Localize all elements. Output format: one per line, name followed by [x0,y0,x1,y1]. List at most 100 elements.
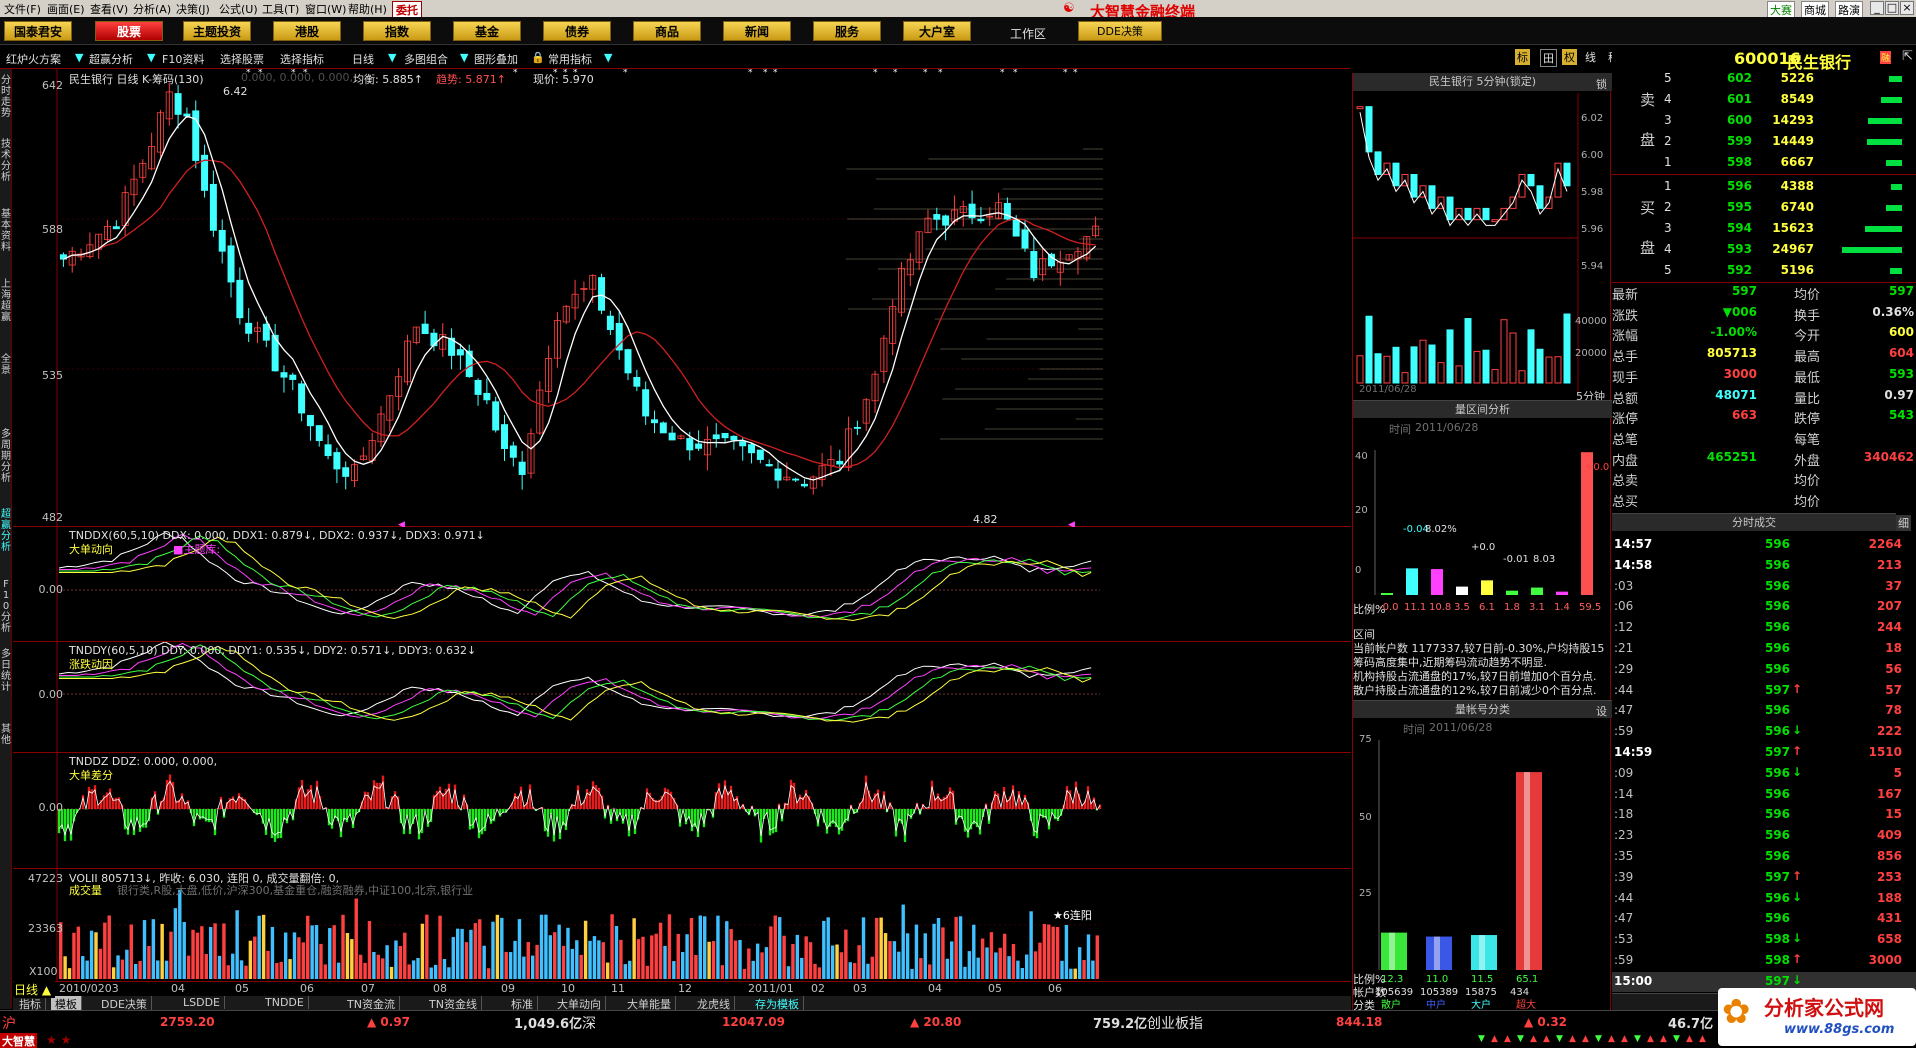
menu-formula[interactable]: 公式(U) [219,1,258,17]
scheme-selector[interactable]: 红炉火方案 [6,51,61,67]
tab-news[interactable]: 新闻 [723,21,791,41]
toolbar-select-indicator[interactable]: 选择指标 [280,51,324,67]
tab-index[interactable]: 指数 [363,21,431,41]
toolbar-select-stock[interactable]: 选择股票 [220,51,264,67]
tab-stock[interactable]: 股票 [95,21,163,41]
menu-view[interactable]: 查看(V) [90,1,128,17]
ddz-panel[interactable]: TNDDZ DDZ: 0.000, 0.000, 大单差分 0.00 [13,753,1351,869]
chevron-down-icon[interactable]: ▼ [604,51,612,64]
toolbar-multi-chart[interactable]: 多图组合 [404,51,448,67]
sidebar-item-timeshare[interactable]: 分时走势 [0,75,12,119]
minute-panel[interactable]: 民生银行 5分钟(锁定) 锁 6.02 6.00 5.98 5.96 5.94 … [1352,73,1612,418]
app-logo[interactable]: 大智慧 [0,1033,37,1048]
maximize-icon[interactable]: □ [1885,1,1899,15]
grid-button[interactable]: 田 [1540,49,1557,67]
resize-icon[interactable]: ⇱ [1902,49,1913,64]
sidebar-item-sh[interactable]: 上海超赢 [0,279,12,323]
toolbar-common-indicators[interactable]: 常用指标 [548,51,592,67]
order-book-row[interactable]: 3 594 15623 [1612,219,1916,239]
sidebar-item-basic[interactable]: 基本资料 [0,209,12,253]
workspace-label[interactable]: 工作区 [1010,25,1046,42]
volume-panel[interactable]: VOLII 805713↓, 昨收: 6.030, 连阳 0, 成交量翻倍: 0… [13,869,1351,981]
sidebar-item-tech[interactable]: 技术分析 [0,139,12,183]
tick-row[interactable]: :47 596 431 [1612,909,1916,929]
mark-button[interactable]: 标 [1515,49,1530,65]
menu-screen[interactable]: 画面(E) [47,1,85,17]
tick-row[interactable]: :47 596 78 [1612,701,1916,721]
order-book-row[interactable]: 5 592 5196 [1612,261,1916,281]
tab-fund[interactable]: 基金 [453,21,521,41]
menu-window[interactable]: 窗口(W) [305,1,346,17]
tab-broker[interactable]: 国泰君安 [4,21,72,41]
tab-vip[interactable]: 大户室 [903,21,971,41]
toolbar-f10[interactable]: F10资料 [162,51,204,67]
minimize-icon[interactable]: _ [1870,1,1884,15]
lock-icon[interactable]: 🔒 [531,51,545,64]
tab-service[interactable]: 服务 [813,21,881,41]
kline-panel[interactable]: * * * * * * * * * * * * * * * * * * * * ◀ ◀ 民生银行 日线 K-筹码(130)… [13,69,1351,527]
tick-row[interactable]: :35 596 856 [1612,847,1916,867]
chevron-down-icon[interactable]: ▼ [388,51,396,64]
ddx-panel[interactable]: TNDDX(60,5,10) DDX: 0.000, DDX1: 0.879↓,… [13,527,1351,642]
ticks-detail-button[interactable]: 细 [1896,515,1911,531]
dde-button[interactable]: DDE决策 [1078,21,1162,41]
indicator-tab[interactable]: LSDDE [179,996,226,1009]
cy-label[interactable]: 创业板指 [1147,1013,1203,1033]
sidebar-item-stats[interactable]: 多日统计 [0,649,12,693]
sz-label[interactable]: 深 [582,1013,596,1033]
tick-row[interactable]: :59 598 ↑ 3000 [1612,951,1916,971]
tick-row[interactable]: :23 596 409 [1612,826,1916,846]
menu-analysis[interactable]: 分析(A) [133,1,171,17]
ddy-panel[interactable]: TNDDY(60,5,10) DDY: 0.000, DDY1: 0.535↓,… [13,642,1351,753]
account-panel[interactable]: 量帐号分类 设 时间 2011/06/28 75 50 25 12.3 105639 散户… [1352,700,1612,1012]
order-book-row[interactable]: 1 596 4388 [1612,177,1916,197]
toolbar-super-analysis[interactable]: 超赢分析 [89,51,133,67]
rights-button[interactable]: 权 [1562,49,1577,65]
sh-label[interactable]: 沪 [2,1013,16,1033]
ticks-list[interactable]: 14:57 596 2264 14:58 596 213:03 596 37:06 596 207… [1612,535,1916,992]
line-button[interactable]: 线 [1585,49,1596,65]
chevron-down-icon[interactable]: ▼ [147,51,155,64]
tick-row[interactable]: 14:58 596 213 [1612,556,1916,576]
range-panel[interactable]: 量区间分析 时间 2011/06/28 40 20 0 -0.0 11.1 10.8 3.5… [1352,400,1612,700]
menu-help[interactable]: 帮助(H) [348,1,387,17]
order-book-row[interactable]: 3 600 14293 [1612,111,1916,131]
sidebar-item-super[interactable]: 超赢分析 [0,509,12,553]
period-label[interactable]: 日线 ▲ [14,981,56,998]
lock-button[interactable]: 锁 [1596,76,1607,92]
tick-row[interactable]: :12 596 244 [1612,618,1916,638]
menu-tools[interactable]: 工具(T) [262,1,299,17]
tick-row[interactable]: :21 596 18 [1612,639,1916,659]
order-book-row[interactable]: 4 601 8549 [1612,90,1916,110]
tick-row[interactable]: :44 597 ↑ 57 [1612,681,1916,701]
tab-commodity[interactable]: 商品 [633,21,701,41]
tab-bond[interactable]: 债券 [543,21,611,41]
toolbar-period[interactable]: 日线 [352,51,374,67]
sidebar-item-other[interactable]: 其他 [0,724,12,746]
sidebar-item-panorama[interactable]: 全景 [0,354,12,376]
tick-row[interactable]: :39 597 ↑ 253 [1612,868,1916,888]
menu-file[interactable]: 文件(F) [4,1,41,17]
tick-row[interactable]: :53 598 ↓ 658 [1612,930,1916,950]
order-book-row[interactable]: 4 593 24967 [1612,240,1916,260]
order-book-row[interactable]: 2 599 14449 [1612,132,1916,152]
tick-row[interactable]: :14 596 167 [1612,785,1916,805]
tab-theme[interactable]: 主题投资 [183,21,251,41]
order-book-row[interactable]: 5 602 5226 [1612,69,1916,89]
tick-row[interactable]: :44 596 ↓ 188 [1612,889,1916,909]
order-book-row[interactable]: 1 598 6667 [1612,153,1916,173]
tick-row[interactable]: :18 596 15 [1612,805,1916,825]
chevron-down-icon[interactable]: ▼ [75,51,83,64]
chevron-down-icon[interactable]: ▼ [460,51,468,64]
indicator-tab[interactable]: TNDDE [261,996,309,1009]
sidebar-item-multiperiod[interactable]: 多周期分析 [0,429,12,484]
tick-row[interactable]: :29 596 56 [1612,660,1916,680]
tick-row[interactable]: 14:59 597 ↑ 1510 [1612,743,1916,763]
tick-row[interactable]: :59 596 ↓ 222 [1612,722,1916,742]
tick-row[interactable]: :09 596 ↓ 5 [1612,764,1916,784]
close-icon[interactable]: × [1900,1,1914,15]
order-book-row[interactable]: 2 595 6740 [1612,198,1916,218]
kline-chart[interactable]: * * * * * * * * * * * * * * * * * * * *◀ ◀ [13,69,1351,527]
tick-row[interactable]: 14:57 596 2264 [1612,535,1916,555]
tab-hk[interactable]: 港股 [273,21,341,41]
